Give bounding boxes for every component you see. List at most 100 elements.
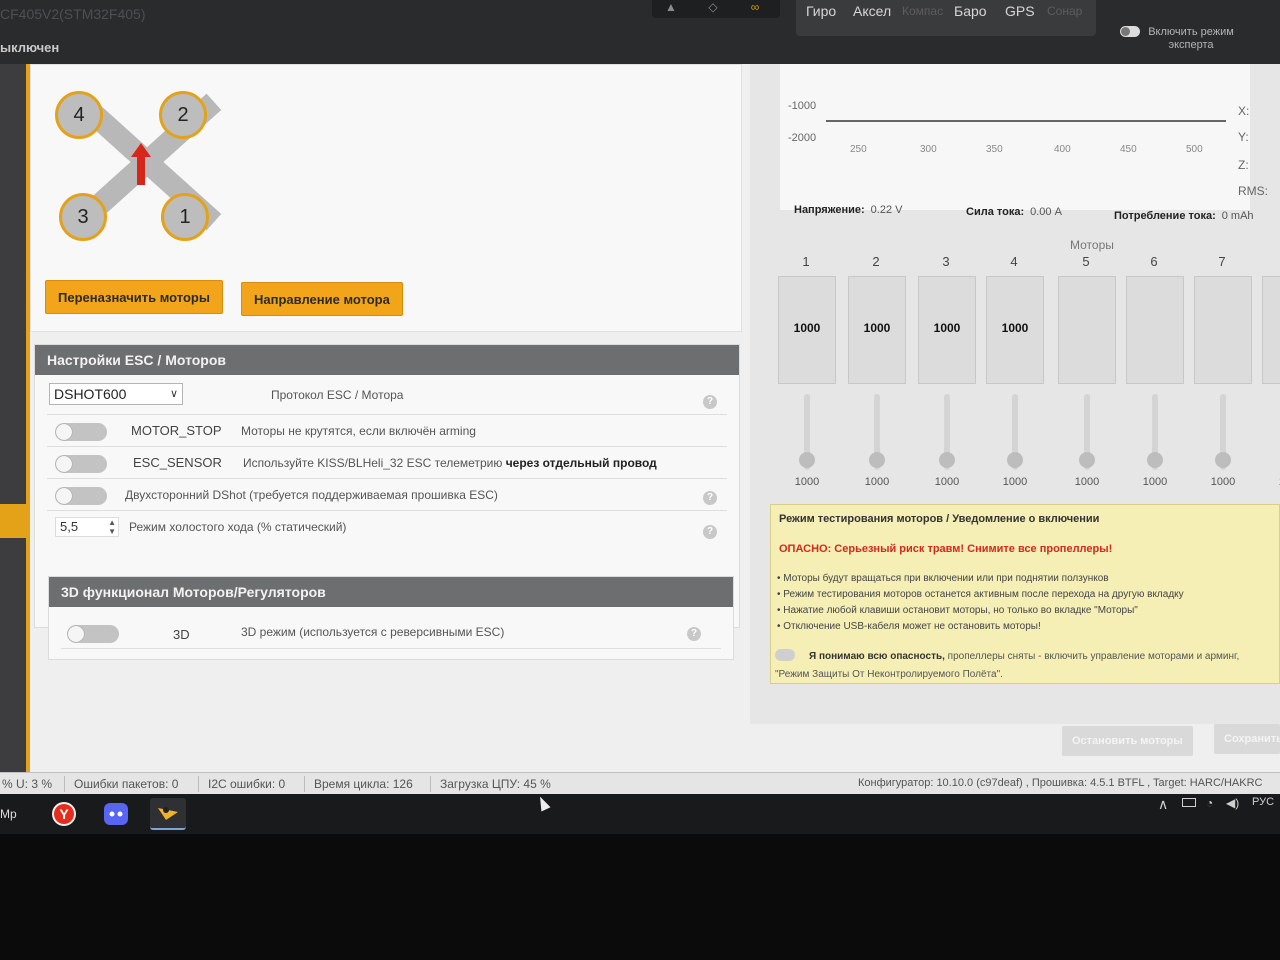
motor-output-box: 1000	[778, 276, 836, 384]
motor-test-ack-line2: "Режим Защиты От Неконтролируемого Полёт…	[775, 669, 1003, 680]
motor-slider-value: 1000	[1210, 476, 1236, 488]
warning-item: • Отключение USB-кабеля может не останов…	[777, 621, 1041, 632]
battery-icon[interactable]	[1182, 798, 1196, 807]
panel-3d: 3D функционал Моторов/Регуляторов 3D 3D …	[48, 576, 734, 660]
mixer-motor-4: 4	[55, 91, 103, 139]
x-tick: 250	[850, 144, 867, 155]
link-icon[interactable]: ∞	[746, 0, 764, 14]
motor-number: 4	[1010, 254, 1018, 269]
sensor-graph: -1000 -2000 250 300 350 400 450 500	[780, 64, 1250, 210]
expert-mode-toggle[interactable]: Включить режим эксперта	[1120, 26, 1240, 52]
betaflight-icon[interactable]	[150, 798, 186, 830]
esc-sensor-row: ESC_SENSOR Используйте KISS/BLHeli_32 ES…	[47, 447, 727, 479]
status-packet-errors: Ошибки пакетов: 0	[74, 777, 179, 791]
yandex-browser-icon[interactable]: Y	[46, 798, 82, 830]
motor-slider-value: 1000	[934, 476, 960, 488]
motor-slider-thumb[interactable]	[939, 452, 955, 468]
motor-output-value: 1000	[793, 321, 821, 335]
x-tick: 300	[920, 144, 937, 155]
chevron-down-icon: ∨	[169, 388, 178, 400]
motor-test-ack: Я понимаю всю опасность, пропеллеры снят…	[809, 651, 1240, 662]
motor-slider-value: 1000	[864, 476, 890, 488]
save-button[interactable]: Сохранить	[1214, 724, 1280, 754]
y-tick: -1000	[788, 100, 817, 112]
motor-slider-thumb[interactable]	[1007, 452, 1023, 468]
motor-direction-button[interactable]: Направление мотора	[241, 282, 403, 316]
motor-stop-desc: Моторы не крутятся, если включён arming	[241, 424, 476, 438]
bidir-dshot-row: Двухсторонний DShot (требуется поддержив…	[47, 479, 727, 511]
esc-sensor-key: ESC_SENSOR	[133, 455, 222, 470]
esc-sensor-toggle[interactable]	[55, 455, 107, 473]
legend-z: Z:	[1238, 158, 1249, 172]
motor-slider-thumb[interactable]	[1147, 452, 1163, 468]
motor-test-enable-toggle[interactable]	[775, 649, 795, 661]
volume-icon[interactable]: ◀)	[1226, 796, 1239, 810]
sensor-gps: GPS	[1005, 3, 1035, 19]
motor-slider-thumb[interactable]	[1079, 452, 1095, 468]
motor-slider-thumb[interactable]	[799, 452, 815, 468]
top-bar: CF405V2(STM32F405) ыключен ▲ ◇ ∞ Гиро Ак…	[0, 0, 1280, 64]
motor-output-value: 1000	[933, 321, 961, 335]
motor-slider-thumb[interactable]	[869, 452, 885, 468]
help-icon[interactable]: ?	[703, 395, 717, 409]
forward-arrow-icon	[131, 143, 151, 185]
status-version: Конфигуратор: 10.10.0 (c97deaf) , Прошив…	[858, 777, 1263, 789]
motor-number: 1	[802, 254, 810, 269]
motor-slider-thumb[interactable]	[1215, 452, 1231, 468]
board-title: CF405V2(STM32F405)	[0, 6, 146, 22]
tray-chevron-up-icon[interactable]: ∧	[1158, 796, 1168, 813]
keyboard-language[interactable]: РУС	[1252, 796, 1274, 808]
status-bar: % U: 3 % Ошибки пакетов: 0 I2C ошибки: 0…	[0, 772, 1280, 794]
bidir-dshot-toggle[interactable]	[55, 487, 107, 505]
left-nav-edge	[0, 64, 30, 774]
nav-active-marker	[0, 504, 30, 538]
esc-protocol-select[interactable]: DSHOT600 ∨	[49, 383, 183, 405]
status-divider	[198, 776, 199, 792]
protocol-row: DSHOT600 ∨ Протокол ESC / Мотора ?	[47, 375, 727, 415]
motor-number: 2	[872, 254, 880, 269]
x-tick: 350	[986, 144, 1003, 155]
warning-item: • Режим тестирования моторов останется а…	[777, 589, 1184, 600]
3d-key: 3D	[173, 627, 190, 642]
motor-test-warning: Режим тестирования моторов / Уведомление…	[770, 504, 1280, 684]
discord-icon[interactable]	[98, 798, 134, 830]
tool-icons: ▲ ◇ ∞	[652, 0, 780, 18]
motor-number: 3	[942, 254, 950, 269]
motor-number: 7	[1218, 254, 1226, 269]
motor-output-box: 1000	[918, 276, 976, 384]
motor-slider-value: 1000	[1142, 476, 1168, 488]
help-icon[interactable]: ?	[703, 491, 717, 505]
status-i2c-errors: I2C ошибки: 0	[208, 777, 286, 791]
motor-stop-toggle[interactable]	[55, 423, 107, 441]
reassign-motors-button[interactable]: Переназначить моторы	[45, 280, 223, 314]
status-cycle-time: Время цикла: 126	[314, 777, 413, 791]
help-icon[interactable]: ?	[687, 627, 701, 641]
mixer-card: 4 2 3 1 Переназначить моторы Направление…	[30, 64, 742, 332]
motor-test-area: -1000 -2000 250 300 350 400 450 500 X: Y…	[750, 64, 1280, 724]
spinner-icon[interactable]: ▲ ▼	[108, 518, 116, 536]
sensor-sonar: Сонар	[1047, 4, 1083, 18]
3d-toggle[interactable]	[67, 625, 119, 643]
motor-number: 5	[1082, 254, 1090, 269]
legend-rms: RMS:	[1238, 184, 1268, 198]
diamond-icon[interactable]: ◇	[704, 0, 722, 14]
help-icon[interactable]: ?	[703, 525, 717, 539]
stop-motors-button[interactable]: Остановить моторы	[1062, 726, 1193, 756]
bidir-dshot-desc: Двухсторонний DShot (требуется поддержив…	[125, 488, 498, 502]
warning-title: Режим тестирования моторов / Уведомление…	[779, 513, 1100, 525]
motor-output-box	[1262, 276, 1280, 384]
idle-value-input[interactable]: 5,5 ▲ ▼	[55, 517, 119, 537]
motor-slider-value: 1000	[1074, 476, 1100, 488]
screen: CF405V2(STM32F405) ыключен ▲ ◇ ∞ Гиро Ак…	[0, 0, 1280, 960]
status-usage: % U: 3 %	[2, 777, 53, 791]
expert-mode-switch[interactable]	[1120, 26, 1140, 37]
warning-danger: ОПАСНО: Серьезный риск травм! Снимите вс…	[779, 543, 1113, 555]
motor-output-box: 1000	[848, 276, 906, 384]
legend-y: Y:	[1238, 130, 1249, 144]
taskbar-app-mp[interactable]: Mp	[0, 798, 28, 830]
sensor-baro: Баро	[954, 3, 987, 19]
connection-status: ыключен	[0, 40, 60, 55]
motor-number: 6	[1150, 254, 1158, 269]
wifi-icon[interactable]: ◔	[1206, 796, 1213, 810]
person-icon[interactable]: ▲	[662, 0, 680, 14]
